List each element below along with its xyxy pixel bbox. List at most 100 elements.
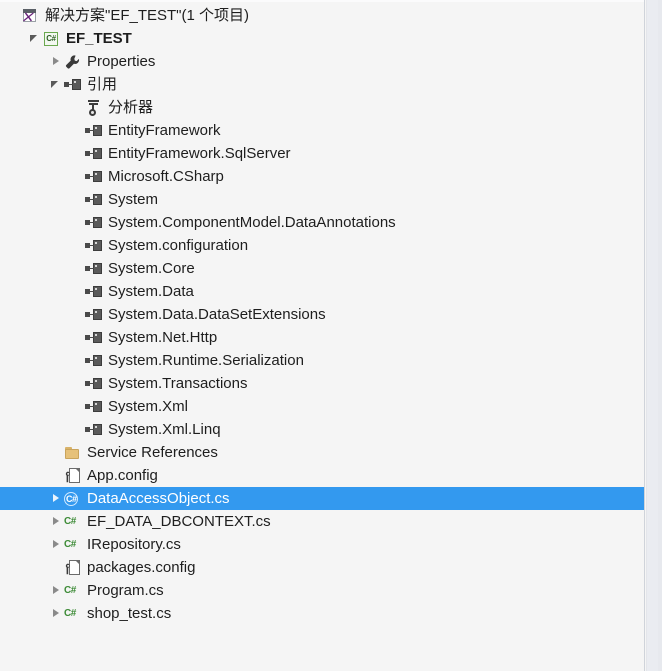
tree-row[interactable]: 分析器 [0,96,644,119]
tree-row[interactable]: System.Xml.Linq [0,418,644,441]
expand-arrow-icon[interactable] [50,510,64,533]
tree-row-label: System.Runtime.Serialization [108,352,304,369]
tree-row[interactable]: System.Net.Http [0,326,644,349]
tree-row[interactable]: EntityFramework [0,119,644,142]
reference-icon [85,119,103,142]
reference-icon [85,257,103,280]
tree-row[interactable]: System.Transactions [0,372,644,395]
csharp-file-icon: C# [64,585,76,596]
reference-icon [85,372,103,395]
solution-explorer-window: ⨉ 解决方案"EF_TEST"(1 个项目) C# EF_TEST Properties… [0,0,662,671]
tree-row[interactable]: 引用 [0,73,644,96]
tree-row[interactable]: Properties [0,50,644,73]
tree-row[interactable]: C# IRepository.cs [0,533,644,556]
tree-row-label: System.Transactions [108,375,248,392]
scroll-gutter[interactable] [646,0,662,671]
expand-arrow-icon[interactable] [50,487,64,510]
tree-row-label: shop_test.cs [87,605,172,622]
expand-arrow-icon[interactable] [50,602,64,625]
tree-row-label: System.Net.Http [108,329,218,346]
tree-row-label: System.Data [108,283,194,300]
tree-row-label: Service References [87,444,218,461]
tree-row-label: System.configuration [108,237,249,254]
tree-row-label: 引用 [87,76,118,93]
tree-row[interactable]: ⨉ 解决方案"EF_TEST"(1 个项目) [0,4,644,27]
tree-row[interactable]: packages.config [0,556,644,579]
tree-row-label: EF_DATA_DBCONTEXT.cs [87,513,271,530]
tree-row-label: EntityFramework.SqlServer [108,145,291,162]
tree-row[interactable]: App.config [0,464,644,487]
folder-icon [64,441,82,464]
tree-row[interactable]: System.Data [0,280,644,303]
tree-row[interactable]: Microsoft.CSharp [0,165,644,188]
tree-row[interactable]: System [0,188,644,211]
expand-arrow-icon[interactable] [50,533,64,556]
expand-arrow-icon[interactable] [50,50,64,73]
reference-icon [85,188,103,211]
tree-row-label: System.Core [108,260,195,277]
tree-row-label: EF_TEST [66,30,132,47]
tree-row[interactable]: System.configuration [0,234,644,257]
references-icon [64,73,82,96]
tree-row-label: EntityFramework [108,122,221,139]
tree-row[interactable]: System.Runtime.Serialization [0,349,644,372]
solution-tree[interactable]: ⨉ 解决方案"EF_TEST"(1 个项目) C# EF_TEST Properties… [0,4,644,625]
tree-row-label: 解决方案"EF_TEST"(1 个项目) [45,7,249,24]
tree-row[interactable]: C# EF_DATA_DBCONTEXT.cs [0,510,644,533]
tree-row[interactable]: System.Data.DataSetExtensions [0,303,644,326]
reference-icon [85,234,103,257]
tree-row-label: System.Data.DataSetExtensions [108,306,326,323]
reference-icon [85,211,103,234]
tree-row-label: System.Xml.Linq [108,421,221,438]
tree-row-label: DataAccessObject.cs [87,490,230,507]
solution-icon: ⨉ [22,4,40,27]
reference-icon [85,349,103,372]
collapse-arrow-icon[interactable] [29,27,43,50]
tree-row[interactable]: Service References [0,441,644,464]
solution-explorer-panel: ⨉ 解决方案"EF_TEST"(1 个项目) C# EF_TEST Properties… [0,0,645,671]
csharp-project-icon: C# [43,27,61,50]
tree-row[interactable]: EntityFramework.SqlServer [0,142,644,165]
tree-row[interactable]: System.Xml [0,395,644,418]
csharp-file-icon: C# [64,516,76,527]
config-file-icon [64,556,82,579]
expand-arrow-icon[interactable] [50,579,64,602]
panel-top-hairline [0,0,644,2]
tree-row[interactable]: C# shop_test.cs [0,602,644,625]
reference-icon [85,280,103,303]
tree-row[interactable]: System.Core [0,257,644,280]
reference-icon [85,326,103,349]
scroll-gutter-edge [658,0,662,671]
analyzer-icon [85,96,103,119]
tree-row-label: System.Xml [108,398,189,415]
tree-row-label: App.config [87,467,158,484]
collapse-arrow-icon[interactable] [50,73,64,96]
reference-icon [85,142,103,165]
reference-icon [85,395,103,418]
reference-icon [85,418,103,441]
tree-row-label: System.ComponentModel.DataAnnotations [108,214,396,231]
tree-row[interactable]: System.ComponentModel.DataAnnotations [0,211,644,234]
tree-row-label: Microsoft.CSharp [108,168,224,185]
tree-row[interactable]: C# Program.cs [0,579,644,602]
csharp-file-icon: C# [64,608,76,619]
tree-row-label: Program.cs [87,582,164,599]
tree-row[interactable]: C# EF_TEST [0,27,644,50]
csharp-file-icon: C# [64,539,76,550]
tree-row[interactable]: C# DataAccessObject.cs [0,487,644,510]
